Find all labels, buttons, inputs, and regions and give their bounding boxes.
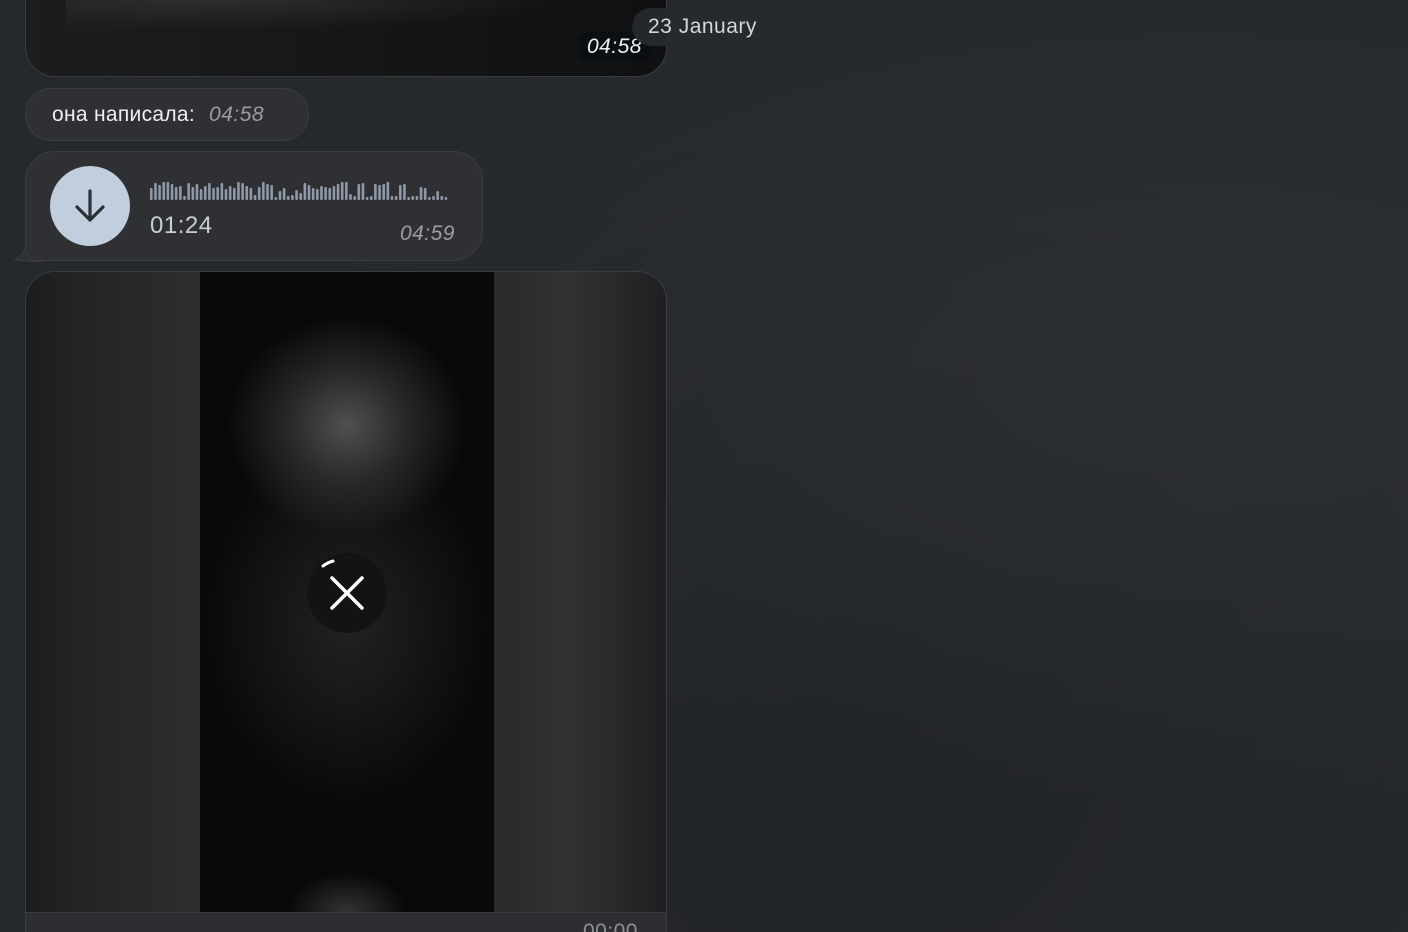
waveform-bar [345,182,348,200]
waveform-bar [307,185,311,200]
waveform-bar [262,182,265,200]
waveform-bar [394,196,398,200]
voice-duration: 01:24 [150,212,213,239]
waveform-bar [183,196,186,200]
cancel-download-button[interactable] [307,553,387,633]
waveform-bar [403,184,406,200]
waveform-bar [428,197,431,200]
waveform-bar [365,197,369,200]
waveform-bar [311,188,315,200]
waveform-bar [216,187,219,200]
close-icon [321,559,364,610]
media-preview [66,0,566,31]
arrow-down-icon [75,189,105,222]
waveform-bar [353,196,356,200]
waveform-bar [191,187,195,200]
waveform-bar [150,188,153,200]
waveform-bar [378,185,381,200]
waveform-bar [266,184,269,200]
waveform-bar [419,187,423,200]
waveform-bar [179,186,182,200]
waveform-bar [436,191,439,200]
waveform-bar [286,196,290,200]
message-time: 04:58 [209,102,265,126]
voice-message[interactable]: 01:24 04:59 [25,151,483,261]
waveform-bar [170,184,174,200]
waveform-bar [432,196,435,200]
waveform-bar [399,185,402,200]
download-button[interactable] [50,166,130,246]
waveform-bar [154,183,157,200]
waveform-bar [295,190,298,200]
waveform-bar [369,196,373,200]
waveform-bar [224,189,228,200]
video-thumbnail[interactable] [26,272,666,913]
waveform-bar [336,184,340,200]
waveform-bar [328,188,332,200]
waveform-bar [440,196,444,200]
waveform-bar [411,196,415,200]
date-separator: 23 January [632,8,773,46]
message-time: 04:59 [399,222,455,245]
waveform-bar [349,194,352,200]
waveform-bar [444,197,448,200]
waveform-bar [257,187,261,200]
message-time: 00:00 [582,920,638,932]
waveform-bar [382,184,385,200]
chat-background: 04:58 23 January она написала: 04:58 01:… [0,0,1408,932]
waveform-bar [386,182,390,200]
waveform-bar [220,183,224,200]
waveform-bar [233,188,236,200]
waveform-bar [228,186,232,200]
waveform-bar [332,186,336,200]
waveform-bar [390,196,394,200]
text-message[interactable]: она написала: 04:58 [25,88,309,141]
waveform-bar [270,185,273,200]
waveform-bar [357,184,361,200]
waveform-bar [174,187,178,200]
waveform-bar [299,193,302,200]
waveform-bar [199,189,203,200]
waveform-bar [245,186,249,200]
waveform-bar [162,182,166,200]
waveform-bar [278,191,282,200]
waveform-bar [324,187,327,200]
waveform-bar [320,186,323,200]
message-text: она написала: [52,102,196,126]
waveform-bar [361,183,365,200]
waveform-bar [423,188,427,200]
waveform-bar [158,185,161,200]
waveform-bar [203,186,207,200]
waveform-bar [291,195,294,200]
waveform-bar [282,188,286,200]
waveform-bar [237,182,240,200]
waveform-bar [407,197,410,200]
waveform-bar [316,189,319,200]
waveform-bar [415,196,419,200]
waveform-bar [249,188,253,200]
media-message[interactable]: 04:58 [25,0,667,77]
waveform-bar [208,183,211,200]
waveform-bar [253,195,257,200]
waveform-bar [195,184,199,200]
voice-waveform[interactable] [150,178,450,204]
waveform-bar [212,188,215,200]
waveform-bar [274,197,278,200]
waveform-bar [340,182,344,200]
waveform-bar [303,183,307,200]
waveform-bar [241,183,244,200]
video-message[interactable]: 00:00 [25,271,667,932]
waveform-bar [166,182,170,200]
waveform-bar [187,183,190,200]
waveform-bar [374,184,377,200]
